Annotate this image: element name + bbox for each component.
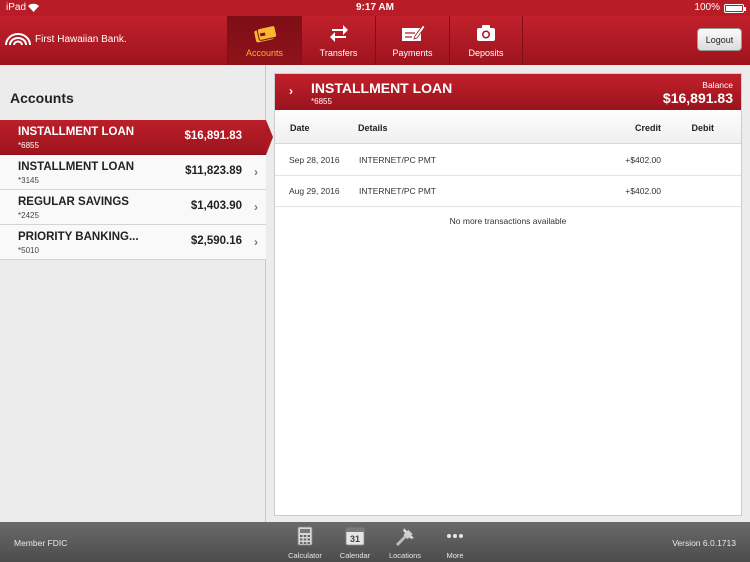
transaction-row[interactable]: Sep 28, 2016 INTERNET/PC PMT +$402.00 <box>275 145 741 176</box>
column-debit: Debit <box>691 123 715 133</box>
account-number: *6855 <box>18 141 39 150</box>
locations-label: Locations <box>388 551 422 560</box>
chevron-right-icon: › <box>254 165 258 179</box>
footer-toolbar: Calculator 31 Calendar Locations More <box>280 525 480 560</box>
app-footer: Member FDIC Calculator 31 Calendar Locat… <box>0 522 750 562</box>
payments-icon <box>401 23 425 43</box>
svg-text:31: 31 <box>350 534 360 544</box>
bank-logo: First Hawaiian Bank. <box>5 33 127 45</box>
chevron-right-icon[interactable]: › <box>289 84 293 98</box>
main-nav: Accounts Transfers Payments Deposits <box>227 16 523 65</box>
accounts-icon <box>253 23 277 43</box>
account-name: INSTALLMENT LOAN <box>18 126 135 138</box>
transaction-credit: +$402.00 <box>625 155 661 165</box>
account-item[interactable]: PRIORITY BANKING... *5010 $2,590.16 › <box>0 225 266 260</box>
account-item[interactable]: REGULAR SAVINGS *2425 $1,403.90 › <box>0 190 266 225</box>
calculator-icon <box>297 525 313 547</box>
account-balance: $11,823.89 <box>185 165 242 177</box>
battery-percent: 100% <box>694 2 720 13</box>
transaction-date: Aug 29, 2016 <box>289 186 340 196</box>
account-list: INSTALLMENT LOAN *6855 $16,891.83 INSTAL… <box>0 120 273 260</box>
transaction-credit: +$402.00 <box>625 186 661 196</box>
transaction-date: Sep 28, 2016 <box>289 155 340 165</box>
calculator-label: Calculator <box>288 551 322 560</box>
account-detail-number: *6855 <box>311 97 332 106</box>
tab-deposits[interactable]: Deposits <box>449 16 523 65</box>
account-name: PRIORITY BANKING... <box>18 231 139 243</box>
account-number: *3145 <box>18 176 39 185</box>
tab-accounts[interactable]: Accounts <box>227 16 301 65</box>
transactions-header: Date Details Credit Debit <box>275 110 741 144</box>
calendar-icon: 31 <box>345 525 365 547</box>
transaction-details: INTERNET/PC PMT <box>359 155 436 165</box>
column-details: Details <box>358 123 388 133</box>
column-credit: Credit <box>634 123 661 133</box>
balance-value: $16,891.83 <box>662 90 733 106</box>
more-icon <box>446 525 464 547</box>
transaction-row[interactable]: Aug 29, 2016 INTERNET/PC PMT +$402.00 <box>275 176 741 207</box>
account-balance: $16,891.83 <box>184 130 242 142</box>
calendar-button[interactable]: 31 Calendar <box>330 525 380 560</box>
no-more-transactions: No more transactions available <box>449 216 567 226</box>
account-number: *2425 <box>18 211 39 220</box>
calculator-button[interactable]: Calculator <box>280 525 330 560</box>
chevron-right-icon: › <box>254 200 258 214</box>
account-detail-panel: › INSTALLMENT LOAN *6855 Balance $16,891… <box>274 73 742 516</box>
app-header: First Hawaiian Bank. Accounts Transfers <box>0 16 750 65</box>
member-fdic: Member FDIC <box>14 538 68 548</box>
transfers-icon <box>329 23 349 43</box>
tab-transfers[interactable]: Transfers <box>301 16 375 65</box>
balance-label: Balance <box>702 80 733 90</box>
more-label: More <box>446 551 464 560</box>
account-name: INSTALLMENT LOAN <box>18 161 135 173</box>
status-bar: iPad 9:17 AM 100% <box>0 0 750 16</box>
account-name: REGULAR SAVINGS <box>18 196 129 208</box>
account-item[interactable]: INSTALLMENT LOAN *6855 $16,891.83 <box>0 120 273 155</box>
more-button[interactable]: More <box>430 525 480 560</box>
clock: 9:17 AM <box>356 2 394 13</box>
calendar-label: Calendar <box>339 551 371 560</box>
deposits-icon <box>475 23 497 43</box>
account-number: *5010 <box>18 246 39 255</box>
tab-accounts-label: Accounts <box>245 48 284 58</box>
tab-deposits-label: Deposits <box>468 48 504 58</box>
locations-button[interactable]: Locations <box>380 525 430 560</box>
account-detail-header[interactable]: › INSTALLMENT LOAN *6855 Balance $16,891… <box>275 74 741 110</box>
tab-payments-label: Payments <box>392 48 433 58</box>
transaction-details: INTERNET/PC PMT <box>359 186 436 196</box>
battery-icon <box>724 4 746 13</box>
account-item[interactable]: INSTALLMENT LOAN *3145 $11,823.89 › <box>0 155 266 190</box>
column-date: Date <box>290 123 310 133</box>
account-detail-title: INSTALLMENT LOAN <box>311 80 453 96</box>
logout-button[interactable]: Logout <box>697 28 742 51</box>
chevron-right-icon: › <box>254 235 258 249</box>
app-version: Version 6.0.1713 <box>672 538 736 548</box>
tab-transfers-label: Transfers <box>319 48 358 58</box>
brand-name: First Hawaiian Bank. <box>35 33 127 45</box>
sidebar-title: Accounts <box>10 90 74 106</box>
account-balance: $1,403.90 <box>190 200 242 212</box>
accounts-sidebar: Accounts INSTALLMENT LOAN *6855 $16,891.… <box>0 65 273 522</box>
account-balance: $2,590.16 <box>190 235 242 247</box>
locations-icon <box>394 525 416 547</box>
tab-payments[interactable]: Payments <box>375 16 449 65</box>
rainbow-logo-icon <box>5 33 31 45</box>
